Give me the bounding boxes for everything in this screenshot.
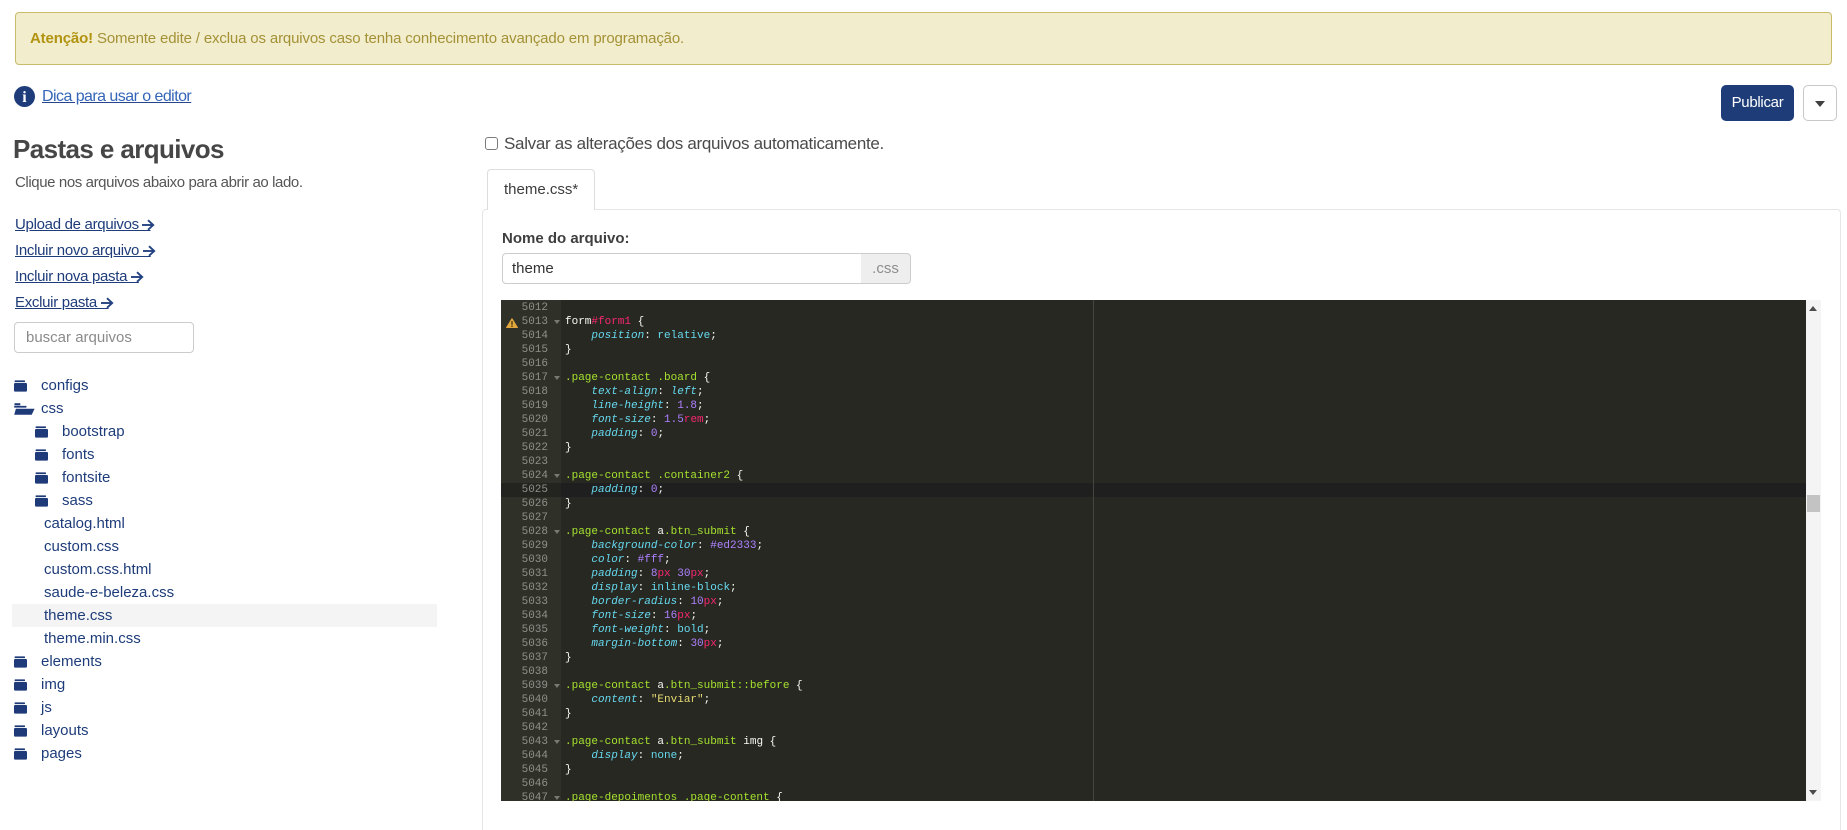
svg-text:i: i (22, 89, 27, 106)
